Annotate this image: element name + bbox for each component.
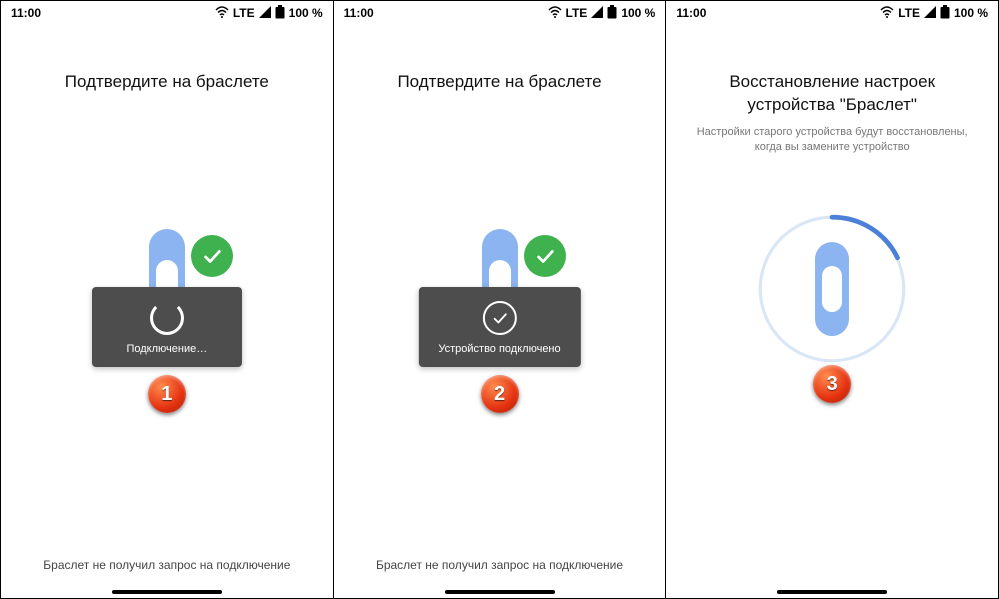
toast-text: Подключение… xyxy=(126,343,207,355)
content-area: Подтвердите на браслете Устройство подкл… xyxy=(334,25,666,598)
progress-ring xyxy=(754,211,910,367)
battery-label: 100 % xyxy=(289,6,323,20)
wifi-icon xyxy=(880,6,894,21)
step-marker-3: 3 xyxy=(813,365,851,403)
step-marker-2: 2 xyxy=(481,375,519,413)
footer-message[interactable]: Браслет не получил запрос на подключение xyxy=(1,558,333,572)
toast-text: Устройство подключено xyxy=(438,343,560,355)
page-title: Подтвердите на браслете xyxy=(377,71,621,94)
status-bar: 11:00 LTE 100 % xyxy=(666,1,998,25)
page-title: Восстановление настроек устройства "Брас… xyxy=(666,71,998,117)
page-subtitle: Настройки старого устройства будут восст… xyxy=(666,125,998,156)
screen-1: 11:00 LTE 100 % Подтвердите на браслете xyxy=(1,1,333,598)
connected-toast: Устройство подключено xyxy=(418,287,580,367)
battery-icon xyxy=(275,5,285,22)
content-area: Восстановление настроек устройства "Брас… xyxy=(666,25,998,598)
signal-icon xyxy=(591,6,603,21)
content-area: Подтвердите на браслете Подключение… 1 Б… xyxy=(1,25,333,598)
battery-icon xyxy=(607,5,617,22)
band-icon xyxy=(815,242,849,336)
success-check-icon xyxy=(191,235,233,277)
status-right: LTE 100 % xyxy=(880,5,988,22)
battery-label: 100 % xyxy=(954,6,988,20)
spinner-icon xyxy=(150,301,184,335)
screen-2: 11:00 LTE 100 % Подтвердите на браслете xyxy=(333,1,666,598)
nav-indicator xyxy=(112,590,222,594)
network-label: LTE xyxy=(898,6,920,20)
battery-icon xyxy=(940,5,950,22)
page-title: Подтвердите на браслете xyxy=(45,71,289,94)
signal-icon xyxy=(924,6,936,21)
status-bar: 11:00 LTE 100 % xyxy=(1,1,333,25)
wifi-icon xyxy=(548,6,562,21)
status-time: 11:00 xyxy=(676,6,706,20)
success-check-icon xyxy=(524,235,566,277)
status-right: LTE 100 % xyxy=(548,5,656,22)
signal-icon xyxy=(259,6,271,21)
network-label: LTE xyxy=(566,6,588,20)
step-marker-1: 1 xyxy=(148,375,186,413)
status-time: 11:00 xyxy=(344,6,374,20)
status-bar: 11:00 LTE 100 % xyxy=(334,1,666,25)
status-time: 11:00 xyxy=(11,6,41,20)
nav-indicator xyxy=(777,590,887,594)
wifi-icon xyxy=(215,6,229,21)
battery-label: 100 % xyxy=(621,6,655,20)
footer-message[interactable]: Браслет не получил запрос на подключение xyxy=(334,558,666,572)
connecting-toast: Подключение… xyxy=(92,287,242,367)
screen-3: 11:00 LTE 100 % Восстановление настроек … xyxy=(665,1,998,598)
network-label: LTE xyxy=(233,6,255,20)
nav-indicator xyxy=(445,590,555,594)
status-right: LTE 100 % xyxy=(215,5,323,22)
check-outline-icon xyxy=(482,301,516,335)
